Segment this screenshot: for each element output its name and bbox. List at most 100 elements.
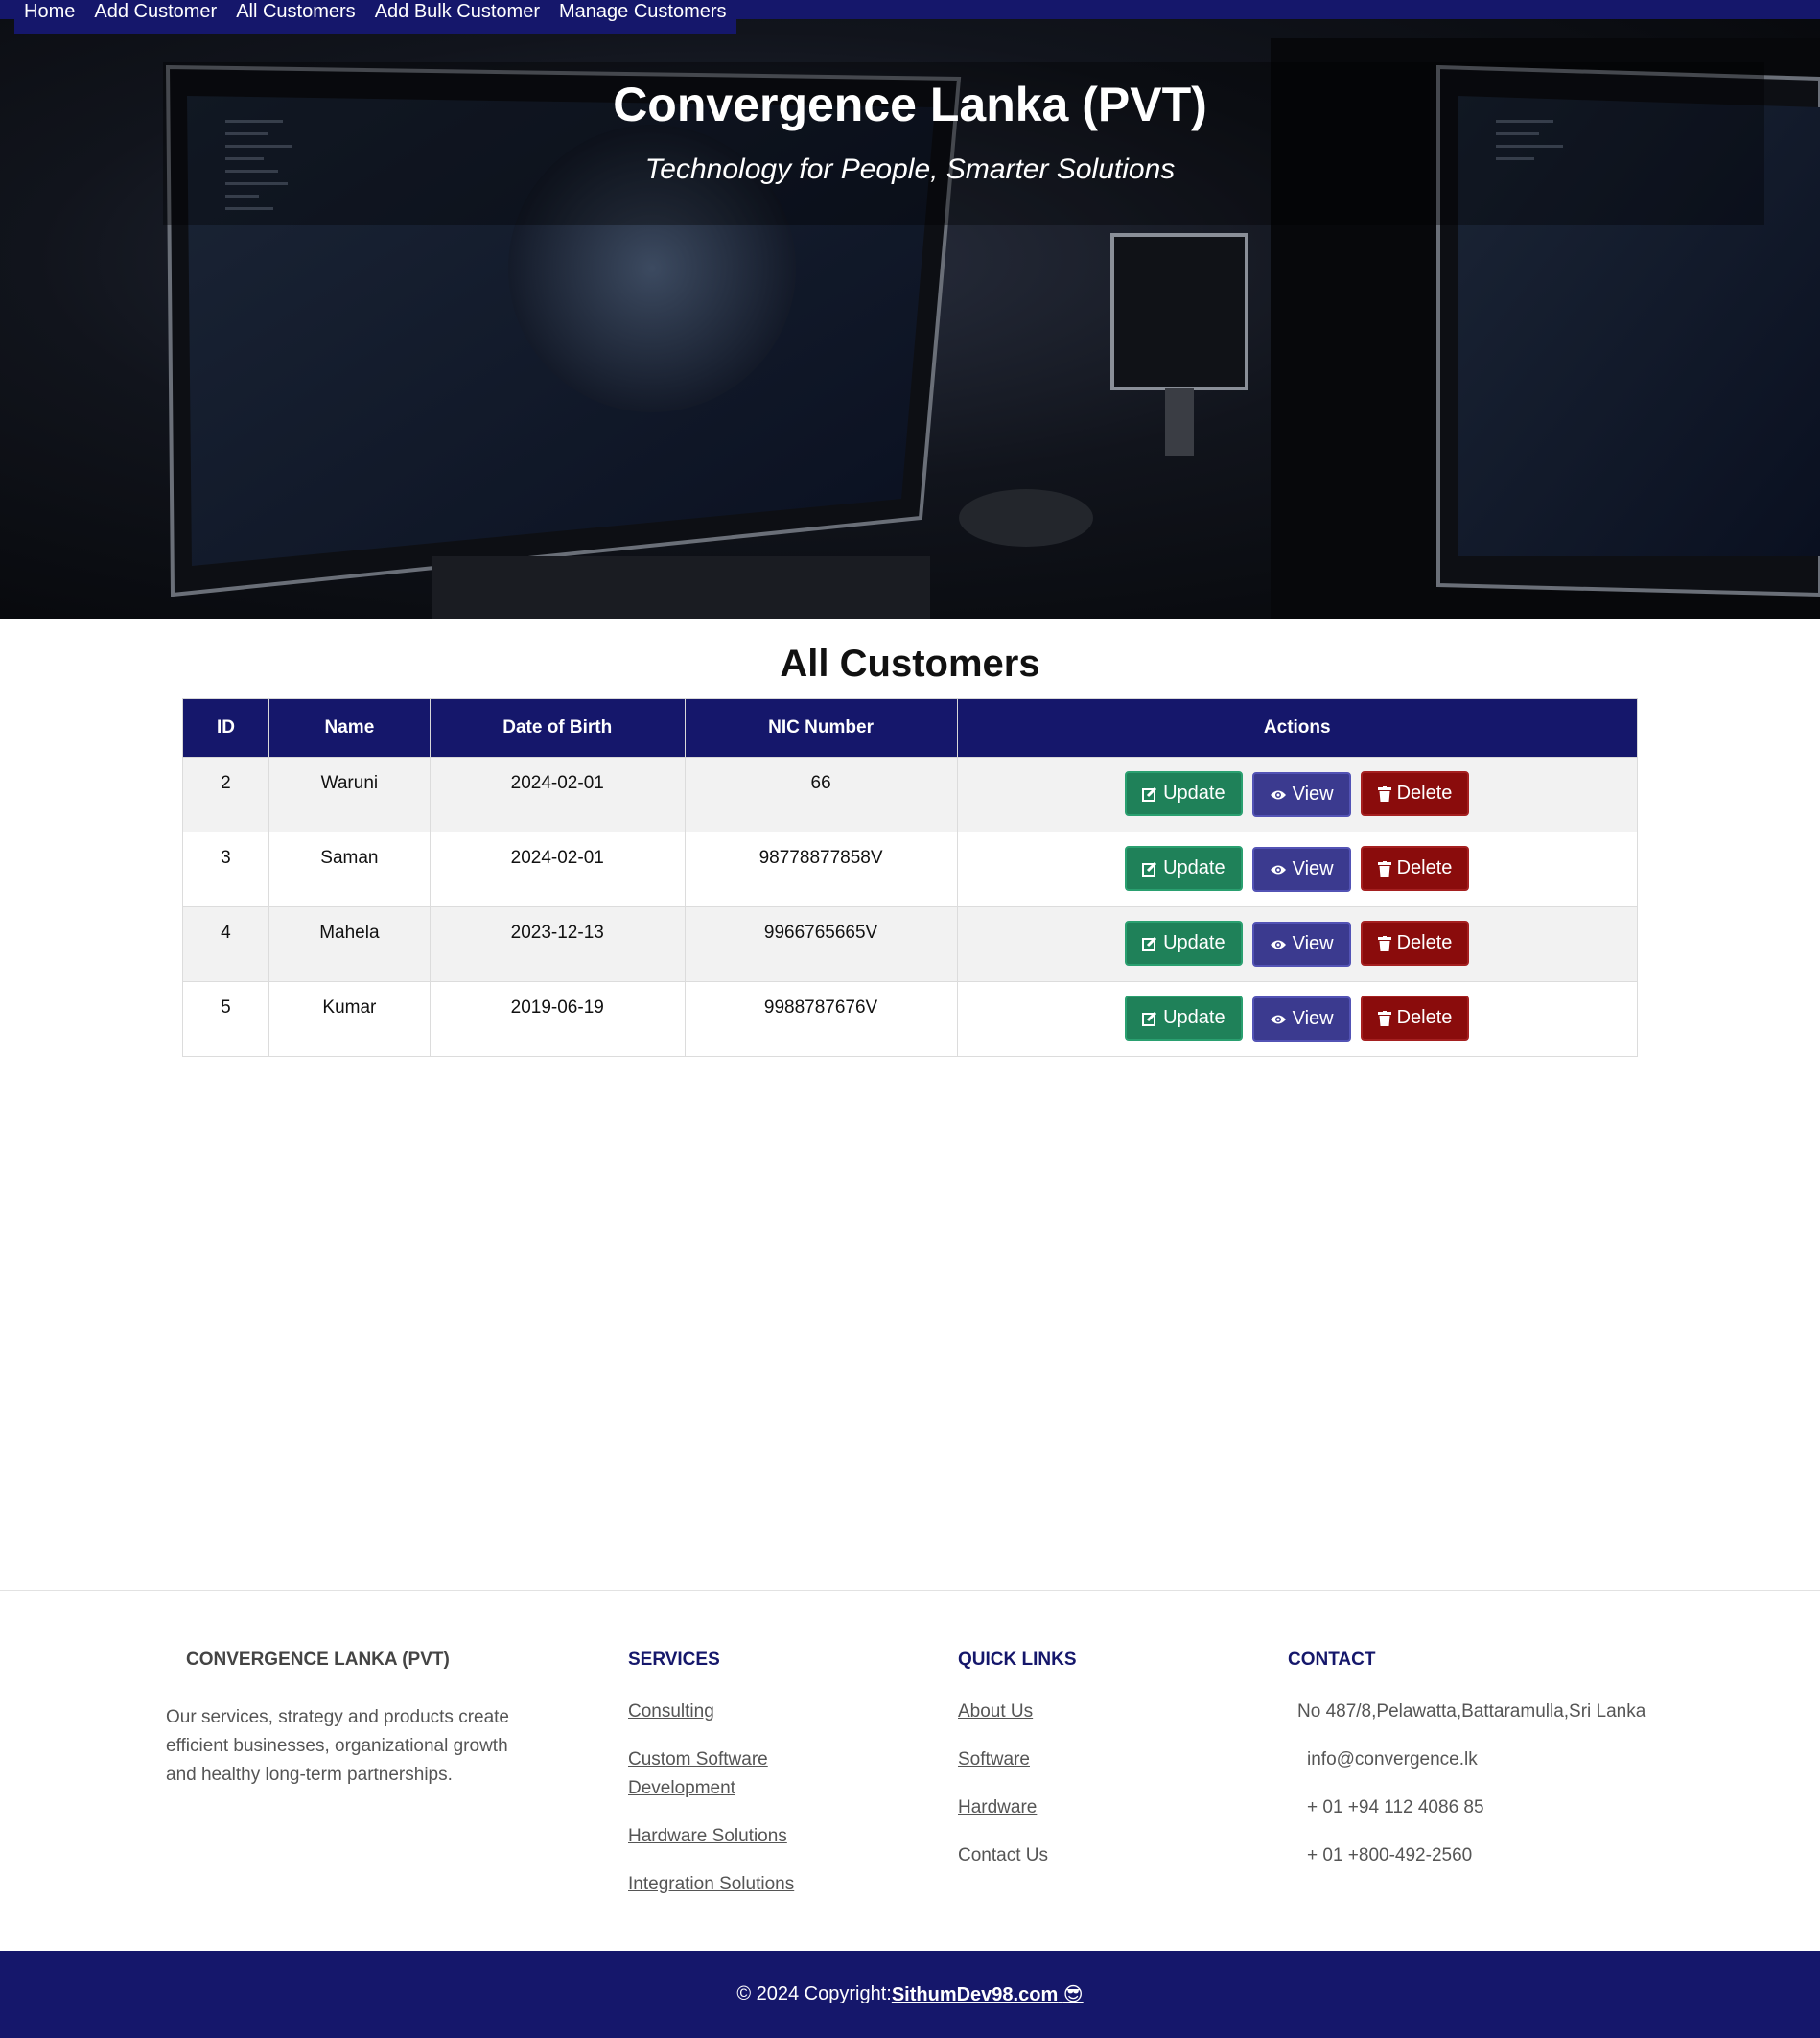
nav-home[interactable]: Home — [24, 0, 75, 23]
footer-quick-link-item[interactable]: About Us — [958, 1698, 1077, 1726]
view-button-label: View — [1292, 784, 1334, 805]
nav-all-customers[interactable]: All Customers — [236, 0, 355, 23]
footer-company-heading: CONVERGENCE LANKA (PVT) — [186, 1650, 450, 1670]
footer-link-hardware[interactable]: Hardware — [958, 1797, 1037, 1817]
footer-link-contact-us[interactable]: Contact Us — [958, 1845, 1048, 1865]
footer-service-link-hardware-solutions[interactable]: Hardware Solutions — [628, 1826, 787, 1846]
footer-divider — [0, 1590, 1820, 1591]
trash-icon — [1377, 860, 1391, 877]
customers-table: ID Name Date of Birth NIC Number Actions… — [182, 698, 1638, 1057]
cell-nic: 66 — [684, 757, 958, 832]
edit-icon — [1142, 861, 1157, 877]
delete-button-label: Delete — [1396, 857, 1453, 878]
cell-id: 2 — [182, 757, 269, 832]
cell-nic: 9988787676V — [684, 981, 958, 1057]
eye-icon — [1270, 938, 1287, 951]
update-button[interactable]: Update — [1125, 846, 1243, 891]
view-button[interactable]: View — [1251, 996, 1351, 1042]
view-button-label: View — [1292, 1008, 1334, 1029]
delete-button-label: Delete — [1396, 932, 1453, 953]
cell-nic: 98778877858V — [684, 832, 958, 907]
cell-name: Saman — [268, 832, 431, 907]
footer-service-item[interactable]: Custom Software Development — [628, 1745, 839, 1803]
view-button[interactable]: View — [1251, 847, 1351, 892]
view-button[interactable]: View — [1251, 772, 1351, 817]
footer-contact-heading: CONTACT — [1288, 1650, 1376, 1670]
update-button[interactable]: Update — [1125, 921, 1243, 966]
footer-company-about: Our services, strategy and products crea… — [166, 1707, 509, 1785]
cell-dob: 2023-12-13 — [429, 906, 686, 982]
eye-icon — [1270, 788, 1287, 802]
column-header-dob: Date of Birth — [429, 698, 686, 758]
edit-icon — [1142, 936, 1157, 951]
table-row: 4 Mahela 2023-12-13 9966765665V Update View De… — [182, 906, 1638, 982]
page-title: All Customers — [780, 643, 1040, 685]
column-header-name: Name — [268, 698, 431, 758]
trash-icon — [1377, 1010, 1391, 1026]
cell-id: 5 — [182, 981, 269, 1057]
footer-quick-link-item[interactable]: Contact Us — [958, 1841, 1077, 1870]
update-button-label: Update — [1163, 1007, 1225, 1028]
edit-icon — [1142, 1011, 1157, 1026]
footer-service-link-integration[interactable]: Integration Solutions — [628, 1874, 794, 1894]
trash-icon — [1377, 785, 1391, 802]
nav-add-customer[interactable]: Add Customer — [94, 0, 217, 23]
view-button[interactable]: View — [1251, 922, 1351, 967]
table-row: 5 Kumar 2019-06-19 9988787676V Update View Del… — [182, 981, 1638, 1057]
main-nav: Home Add Customer All Customers Add Bulk… — [14, 0, 736, 34]
table-row: 3 Saman 2024-02-01 98778877858V Update View De… — [182, 832, 1638, 907]
copyright-link[interactable]: SithumDev98.com 😎 — [892, 1982, 1084, 2006]
cell-name: Kumar — [268, 981, 431, 1057]
footer-service-item[interactable]: Integration Solutions — [628, 1870, 839, 1899]
table-header-row: ID Name Date of Birth NIC Number Actions — [182, 698, 1638, 758]
hero-banner: Convergence Lanka (PVT) Technology for P… — [0, 19, 1820, 619]
cell-dob: 2024-02-01 — [429, 832, 686, 907]
delete-button[interactable]: Delete — [1360, 921, 1470, 966]
delete-button-label: Delete — [1396, 783, 1453, 804]
hero-title: Convergence Lanka (PVT) — [613, 78, 1207, 131]
delete-button[interactable]: Delete — [1360, 771, 1470, 816]
copyright-bar: © 2024 Copyright: SithumDev98.com 😎 — [0, 1951, 1820, 2038]
column-header-nic: NIC Number — [684, 698, 958, 758]
cell-actions: Update View Delete — [956, 757, 1638, 832]
footer-service-link-custom-software[interactable]: Custom Software Development — [628, 1749, 768, 1798]
footer-quick-link-item[interactable]: Software — [958, 1745, 1077, 1774]
table-row: 2 Waruni 2024-02-01 66 Update View Delete — [182, 757, 1638, 832]
hero-subtitle: Technology for People, Smarter Solutions — [644, 153, 1176, 185]
cell-actions: Update View Delete — [956, 832, 1638, 907]
footer-company-column: CONVERGENCE LANKA (PVT) — [186, 1650, 450, 1671]
eye-icon — [1270, 1013, 1287, 1026]
table-body: 2 Waruni 2024-02-01 66 Update View Delete 3 Sama… — [182, 757, 1638, 1057]
delete-button[interactable]: Delete — [1360, 996, 1470, 1041]
column-header-id: ID — [182, 698, 269, 758]
edit-icon — [1142, 786, 1157, 802]
footer-service-item[interactable]: Hardware Solutions — [628, 1822, 839, 1851]
customers-table-container: ID Name Date of Birth NIC Number Actions… — [182, 698, 1638, 1057]
update-button[interactable]: Update — [1125, 771, 1243, 816]
cell-dob: 2019-06-19 — [429, 981, 686, 1057]
footer-contact-address: No 487/8,Pelawatta,Battaramulla,Sri Lank… — [1297, 1701, 1646, 1722]
delete-button[interactable]: Delete — [1360, 846, 1470, 891]
column-header-actions: Actions — [956, 698, 1638, 758]
nav-manage-customers[interactable]: Manage Customers — [559, 0, 727, 23]
cell-dob: 2024-02-01 — [429, 757, 686, 832]
update-button-label: Update — [1163, 783, 1225, 804]
footer-services-column: SERVICES Consulting Custom Software Deve… — [628, 1650, 839, 1918]
cell-id: 4 — [182, 906, 269, 982]
eye-icon — [1270, 863, 1287, 877]
cell-actions: Update View Delete — [956, 981, 1638, 1057]
footer-quick-links-column: QUICK LINKS About Us Software Hardware C… — [958, 1650, 1077, 1889]
update-button-label: Update — [1163, 932, 1225, 953]
footer-service-link-consulting[interactable]: Consulting — [628, 1701, 714, 1722]
cell-name: Mahela — [268, 906, 431, 982]
cell-nic: 9966765665V — [684, 906, 958, 982]
delete-button-label: Delete — [1396, 1007, 1453, 1028]
copyright-link-text[interactable]: SithumDev98.com — [892, 1984, 1058, 2005]
footer-quick-link-item[interactable]: Hardware — [958, 1793, 1077, 1822]
nav-add-bulk-customer[interactable]: Add Bulk Customer — [375, 0, 540, 23]
update-button-label: Update — [1163, 857, 1225, 878]
footer-link-software[interactable]: Software — [958, 1749, 1030, 1769]
footer-link-about-us[interactable]: About Us — [958, 1701, 1033, 1722]
footer-service-item[interactable]: Consulting — [628, 1698, 839, 1726]
update-button[interactable]: Update — [1125, 996, 1243, 1041]
